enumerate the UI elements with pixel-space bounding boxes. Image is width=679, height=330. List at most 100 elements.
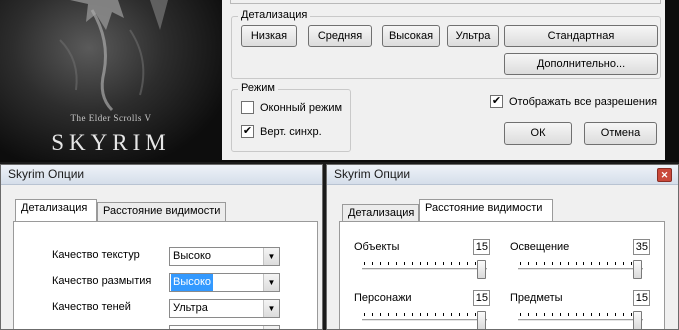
slider-tick	[528, 313, 529, 316]
options-dialog-detail: Skyrim Опции Детализация Расстояние види…	[0, 164, 323, 330]
show-all-resolutions-box[interactable]: ✔	[490, 95, 503, 108]
dialog-title: Skyrim Опции	[1, 165, 322, 185]
slider-tick	[623, 262, 624, 265]
blur-quality-value: Высоко	[171, 274, 214, 291]
slider-tick	[552, 313, 553, 316]
vsync-checkbox[interactable]: ✔ Верт. синхр.	[241, 125, 322, 138]
dialog-title: Skyrim Опции	[327, 165, 678, 185]
chevron-down-icon[interactable]: ▼	[263, 248, 279, 265]
slider-tick	[576, 313, 577, 316]
slider-tick	[544, 262, 545, 265]
slider-tick	[459, 262, 460, 265]
objects-slider-label: Объекты	[354, 241, 400, 253]
slider-tick	[576, 262, 577, 265]
detail-tab-page: Качество текстур Высоко ▼ Качество размы…	[13, 221, 318, 329]
lighting-slider-ticks	[520, 262, 640, 266]
slider-tick	[615, 262, 616, 265]
slider-tick	[372, 313, 373, 316]
launcher-window: The Elder Scrolls V SKYRIM Детализация Н…	[0, 0, 679, 162]
low-preset-button[interactable]: Низкая	[241, 25, 297, 47]
tab-view-distance[interactable]: Расстояние видимости	[419, 199, 553, 221]
chevron-down-icon[interactable]: ▼	[263, 274, 279, 291]
slider-tick	[631, 313, 632, 316]
actors-slider-track[interactable]	[362, 319, 487, 322]
slider-tick	[427, 313, 428, 316]
items-slider-label: Предметы	[510, 292, 563, 304]
slider-tick	[443, 313, 444, 316]
slider-tick	[396, 262, 397, 265]
slider-tick	[420, 262, 421, 265]
next-setting-select[interactable]: ▼	[169, 325, 280, 329]
texture-quality-value: Высоко	[173, 250, 212, 262]
slider-tick	[451, 313, 452, 316]
medium-preset-button[interactable]: Средняя	[308, 25, 372, 47]
actors-value-field[interactable]: 15	[473, 290, 490, 306]
slider-tick	[420, 313, 421, 316]
skyrim-artwork: The Elder Scrolls V SKYRIM	[0, 0, 222, 160]
slider-tick	[631, 262, 632, 265]
vsync-box[interactable]: ✔	[241, 125, 254, 138]
slider-tick	[552, 262, 553, 265]
tab-detail[interactable]: Детализация	[15, 199, 97, 221]
shadow-quality-label: Качество теней	[52, 301, 131, 313]
slider-tick	[607, 313, 608, 316]
slider-tick	[427, 262, 428, 265]
texture-quality-select[interactable]: Высоко ▼	[169, 247, 280, 266]
slider-tick	[528, 262, 529, 265]
windowed-mode-label: Оконный режим	[260, 101, 343, 114]
launcher-panel: Детализация Низкая Средняя Высокая Ультр…	[222, 0, 665, 160]
slider-tick	[412, 262, 413, 265]
shadow-quality-select[interactable]: Ультра ▼	[169, 299, 280, 318]
slider-tick	[583, 313, 584, 316]
chevron-down-icon[interactable]: ▼	[263, 300, 279, 317]
high-preset-button[interactable]: Высокая	[382, 25, 440, 47]
slider-tick	[591, 262, 592, 265]
tab-view-distance[interactable]: Расстояние видимости	[97, 202, 226, 221]
cancel-button[interactable]: Отмена	[584, 122, 657, 145]
view-distance-tab-page: Объекты 15 Освещение 35 Персонажи 15 Пре…	[339, 221, 665, 329]
items-slider-thumb[interactable]	[633, 311, 642, 329]
slider-tick	[544, 313, 545, 316]
show-all-resolutions-checkbox[interactable]: ✔ Отображать все разрешения	[490, 95, 657, 108]
lighting-slider-thumb[interactable]	[633, 260, 642, 279]
actors-slider-thumb[interactable]	[477, 311, 486, 329]
slider-tick	[467, 262, 468, 265]
slider-tick	[599, 313, 600, 316]
slider-tick	[388, 313, 389, 316]
slider-tick	[623, 313, 624, 316]
slider-tick	[475, 313, 476, 316]
detail-group: Детализация Низкая Средняя Высокая Ультр…	[231, 9, 661, 79]
slider-tick	[380, 313, 381, 316]
items-value-field[interactable]: 15	[633, 290, 650, 306]
slider-tick	[435, 262, 436, 265]
blur-quality-select[interactable]: Высоко ▼	[169, 273, 280, 292]
slider-tick	[404, 313, 405, 316]
standard-preset-button[interactable]: Стандартная	[504, 25, 658, 47]
ultra-preset-button[interactable]: Ультра	[447, 25, 499, 47]
slider-tick	[451, 262, 452, 265]
slider-tick	[568, 313, 569, 316]
ok-button[interactable]: ОК	[504, 122, 572, 145]
lighting-slider-track[interactable]	[518, 268, 643, 271]
options-dialog-view-distance: Skyrim Опции ✕ Детализация Расстояние ви…	[326, 164, 679, 330]
slider-tick	[583, 262, 584, 265]
slider-tick	[459, 313, 460, 316]
slider-tick	[396, 313, 397, 316]
advanced-settings-button[interactable]: Дополнительно...	[504, 53, 658, 75]
objects-slider-track[interactable]	[362, 268, 487, 271]
shadow-quality-value: Ультра	[173, 302, 208, 314]
slider-tick	[568, 262, 569, 265]
objects-value-field[interactable]: 15	[473, 239, 490, 255]
windowed-mode-checkbox[interactable]: Оконный режим	[241, 101, 342, 114]
items-slider-track[interactable]	[518, 319, 643, 322]
slider-tick	[536, 262, 537, 265]
slider-tick	[520, 262, 521, 265]
objects-slider-thumb[interactable]	[477, 260, 486, 279]
close-icon[interactable]: ✕	[657, 168, 672, 182]
slider-tick	[560, 313, 561, 316]
chevron-down-icon[interactable]: ▼	[263, 326, 279, 329]
slider-tick	[560, 262, 561, 265]
blur-quality-label: Качество размытия	[52, 275, 152, 287]
lighting-value-field[interactable]: 35	[633, 239, 650, 255]
windowed-mode-box[interactable]	[241, 101, 254, 114]
